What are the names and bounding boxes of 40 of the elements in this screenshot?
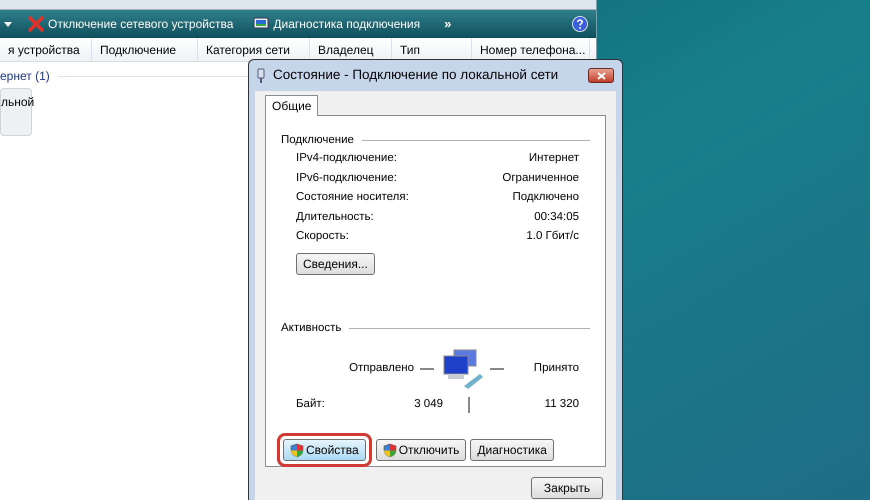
- network-tile[interactable]: льной: [0, 88, 32, 136]
- sent-bytes: 3 049: [413, 397, 443, 412]
- window-title: Состояние - Подключение по локальной сети: [273, 66, 558, 84]
- toolbar-button[interactable]: Отключение сетевого устройства: [24, 15, 238, 33]
- column-header[interactable]: Подключение: [92, 38, 198, 61]
- info-label: IPv6-подключение:: [296, 170, 397, 186]
- dialog-button[interactable]: Диагностика: [470, 439, 554, 461]
- dialog-button[interactable]: Сведения...: [296, 252, 375, 275]
- received-bytes: 11 320: [544, 397, 579, 412]
- group-header[interactable]: ернет (1): [0, 67, 50, 85]
- tab[interactable]: Общие: [265, 95, 318, 116]
- close-button[interactable]: [588, 68, 614, 83]
- info-value: Ограниченное: [502, 170, 579, 186]
- info-label: Длительность:: [296, 210, 374, 225]
- close-icon[interactable]: [596, 72, 606, 80]
- info-label: IPv4-подключение:: [296, 151, 397, 166]
- info-value: 1.0 Гбит/с: [526, 229, 579, 244]
- section-title: Активность: [281, 320, 342, 336]
- dialog-button[interactable]: Свойства: [283, 439, 366, 461]
- sent-label: Отправлено: [348, 361, 414, 376]
- received-label: Принято: [534, 361, 579, 376]
- network-plug-icon: [257, 68, 265, 84]
- shield-icon: [382, 442, 397, 458]
- dialog-button[interactable]: Отключить: [376, 439, 466, 461]
- column-header[interactable]: я устройства: [0, 38, 92, 61]
- info-label: Состояние носителя:: [296, 190, 409, 206]
- monitor-icon: [253, 17, 270, 31]
- dialog-button[interactable]: Закрыть: [531, 477, 603, 499]
- section-title: Подключение: [281, 133, 354, 148]
- info-label: Скорость:: [296, 229, 349, 244]
- info-value: Интернет: [528, 151, 579, 166]
- toolbar-button[interactable]: Диагностика подключения: [249, 15, 424, 33]
- bytes-label: Байт:: [295, 397, 326, 412]
- info-value: Подключено: [512, 190, 579, 206]
- caret-icon[interactable]: [4, 22, 12, 26]
- help-icon[interactable]: [572, 16, 588, 32]
- shield-icon: [290, 442, 304, 458]
- cross-icon: [28, 16, 44, 32]
- more-button[interactable]: »: [436, 14, 460, 34]
- info-value: 00:34:05: [534, 210, 579, 225]
